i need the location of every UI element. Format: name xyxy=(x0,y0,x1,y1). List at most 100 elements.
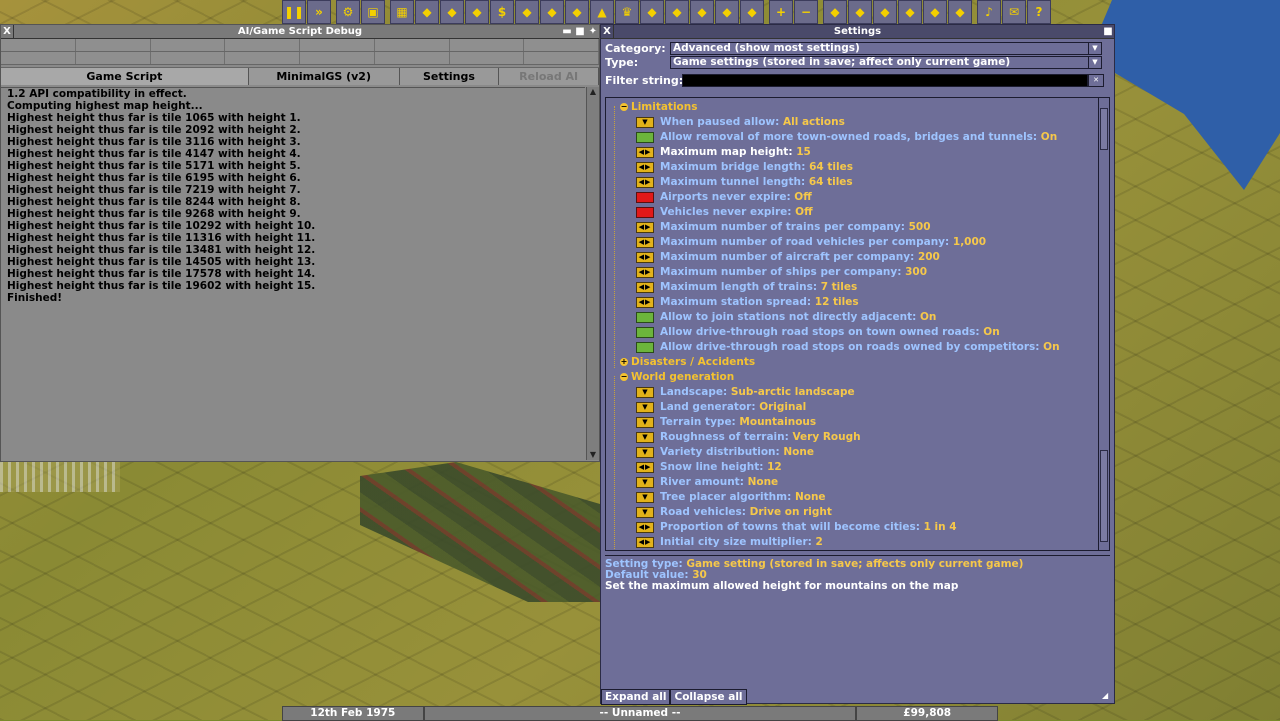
setting-row[interactable]: Allow removal of more town-owned roads, … xyxy=(636,130,1057,145)
expand-icon[interactable]: + xyxy=(620,358,628,366)
company-button[interactable] xyxy=(524,39,599,51)
toggle-on[interactable] xyxy=(636,311,654,323)
arrow-buttons-icon[interactable]: ◀▶ xyxy=(636,146,654,158)
setting-row[interactable]: Allow drive-through road stops on town o… xyxy=(636,325,1000,340)
save-icon[interactable]: ▣ xyxy=(361,0,385,24)
company-button[interactable] xyxy=(374,39,450,51)
road-construction-icon[interactable]: ◆ xyxy=(848,0,872,24)
arrow-buttons-icon[interactable]: ◀▶ xyxy=(636,236,654,248)
dropdown-icon[interactable]: ▼ xyxy=(636,491,654,503)
station-list-icon[interactable]: ◆ xyxy=(465,0,489,24)
defsize-icon[interactable]: ■ xyxy=(574,25,586,38)
company-button[interactable] xyxy=(75,39,151,51)
setting-row[interactable]: Allow to join stations not directly adja… xyxy=(636,310,936,325)
company-button[interactable] xyxy=(300,39,375,51)
clear-filter-icon[interactable]: ✕ xyxy=(1088,74,1104,87)
train-list-icon[interactable]: ◆ xyxy=(665,0,689,24)
arrow-buttons-icon[interactable]: ◀▶ xyxy=(636,536,654,548)
setting-row[interactable]: ◀▶ Maximum station spread: 12 tiles xyxy=(636,295,859,310)
arrow-buttons-icon[interactable]: ◀▶ xyxy=(636,161,654,173)
help-icon[interactable]: ? xyxy=(1027,0,1051,24)
settings-category[interactable]: + Disasters / Accidents xyxy=(620,355,755,370)
water-construction-icon[interactable]: ◆ xyxy=(898,0,922,24)
expand-all-button[interactable]: Expand all xyxy=(601,689,671,705)
setting-row[interactable]: ◀▶ Maximum bridge length: 64 tiles xyxy=(636,160,853,175)
zoom-out-icon[interactable]: − xyxy=(794,0,818,24)
subsidies-icon[interactable]: ◆ xyxy=(440,0,464,24)
arrow-buttons-icon[interactable]: ◀▶ xyxy=(636,281,654,293)
arrow-buttons-icon[interactable]: ◀▶ xyxy=(636,521,654,533)
arrow-buttons-icon[interactable]: ◀▶ xyxy=(636,461,654,473)
zoom-in-icon[interactable]: + xyxy=(769,0,793,24)
dropdown-icon[interactable]: ▼ xyxy=(636,446,654,458)
tab-game-script[interactable]: Game Script xyxy=(1,68,249,85)
scroll-up-icon[interactable]: ▲ xyxy=(587,87,599,97)
setting-row[interactable]: ◀▶ Maximum map height: 15 xyxy=(636,145,811,160)
setting-row[interactable]: ◀▶ Maximum length of trains: 7 tiles xyxy=(636,280,857,295)
company-button[interactable] xyxy=(150,52,226,64)
collapse-all-button[interactable]: Collapse all xyxy=(670,689,747,705)
ship-list-icon[interactable]: ◆ xyxy=(715,0,739,24)
scroll-thumb[interactable] xyxy=(1100,108,1108,150)
setting-row[interactable]: ◀▶ Proportion of towns that will become c… xyxy=(636,520,957,535)
chevron-down-icon[interactable]: ▼ xyxy=(1088,57,1101,68)
setting-row[interactable]: Allow drive-through road stops on roads … xyxy=(636,340,1060,355)
options-gear-icon[interactable]: ⚙ xyxy=(336,0,360,24)
dropdown-icon[interactable]: ▼ xyxy=(636,116,654,128)
dropdown-icon[interactable]: ▼ xyxy=(636,431,654,443)
graphs-icon[interactable]: ▲ xyxy=(590,0,614,24)
toggle-on[interactable] xyxy=(636,341,654,353)
arrow-buttons-icon[interactable]: ◀▶ xyxy=(636,266,654,278)
setting-row[interactable]: ▼ Land generator: Original xyxy=(636,400,806,415)
setting-row[interactable]: Airports never expire: Off xyxy=(636,190,812,205)
ai-debug-titlebar[interactable]: X AI/Game Script Debug ▬ ■ ✦ xyxy=(1,25,599,39)
setting-row[interactable]: ▼ Road vehicles: Drive on right xyxy=(636,505,832,520)
setting-row[interactable]: ◀▶ Maximum number of aircraft per company… xyxy=(636,250,940,265)
town-directory-icon[interactable]: ◆ xyxy=(415,0,439,24)
setting-row[interactable]: ▼ River amount: None xyxy=(636,475,778,490)
sticky-pin-icon[interactable]: ✦ xyxy=(587,25,599,38)
close-icon[interactable]: X xyxy=(601,25,614,38)
music-icon[interactable]: ♪ xyxy=(977,0,1001,24)
reload-ai-button[interactable]: Reload AI xyxy=(499,68,600,85)
industry-icon[interactable]: ◆ xyxy=(640,0,664,24)
dropdown-icon[interactable]: ▼ xyxy=(636,506,654,518)
settings-scrollbar[interactable] xyxy=(1098,97,1110,551)
setting-row[interactable]: ◀▶ Snow line height: 12 xyxy=(636,460,782,475)
ai-log-scrollbar[interactable]: ▲ ▼ xyxy=(586,87,599,460)
setting-row[interactable]: ▼ Terrain type: Mountainous xyxy=(636,415,816,430)
company-button[interactable] xyxy=(374,52,450,64)
tab-settings[interactable]: Settings xyxy=(399,68,500,85)
money-display[interactable]: £99,808 xyxy=(856,706,998,721)
settings-category[interactable]: − Limitations xyxy=(620,100,698,115)
fast-forward-icon[interactable]: » xyxy=(307,0,331,24)
category-dropdown[interactable]: Advanced (show most settings) ▼ xyxy=(670,42,1102,55)
shade-icon[interactable]: ▬ xyxy=(561,25,573,38)
messages-icon[interactable]: ✉ xyxy=(1002,0,1026,24)
collapse-icon[interactable]: − xyxy=(620,373,628,381)
tram-construction-icon[interactable]: ◆ xyxy=(873,0,897,24)
goal-list-icon[interactable]: ◆ xyxy=(565,0,589,24)
pause-icon[interactable]: ❚❚ xyxy=(282,0,306,24)
setting-row[interactable]: ▼ Roughness of terrain: Very Rough xyxy=(636,430,861,445)
scroll-down-icon[interactable]: ▼ xyxy=(587,450,599,460)
toggle-off[interactable] xyxy=(636,191,654,203)
dropdown-icon[interactable]: ▼ xyxy=(636,476,654,488)
arrow-buttons-icon[interactable]: ◀▶ xyxy=(636,251,654,263)
company-button[interactable] xyxy=(150,39,226,51)
arrow-buttons-icon[interactable]: ◀▶ xyxy=(636,296,654,308)
company-button[interactable] xyxy=(524,52,599,64)
toggle-on[interactable] xyxy=(636,131,654,143)
toggle-off[interactable] xyxy=(636,206,654,218)
chevron-down-icon[interactable]: ▼ xyxy=(1088,43,1101,54)
dropdown-icon[interactable]: ▼ xyxy=(636,401,654,413)
setting-row[interactable]: ▼ Variety distribution: None xyxy=(636,445,814,460)
type-dropdown[interactable]: Game settings (stored in save; affect on… xyxy=(670,56,1102,69)
settings-category[interactable]: − World generation xyxy=(620,370,734,385)
air-construction-icon[interactable]: ◆ xyxy=(923,0,947,24)
setting-row[interactable]: ▼ Tree placer algorithm: None xyxy=(636,490,826,505)
setting-row[interactable]: Vehicles never expire: Off xyxy=(636,205,813,220)
company-button[interactable] xyxy=(1,39,76,51)
filter-input[interactable] xyxy=(682,74,1088,87)
finances-icon[interactable]: $ xyxy=(490,0,514,24)
